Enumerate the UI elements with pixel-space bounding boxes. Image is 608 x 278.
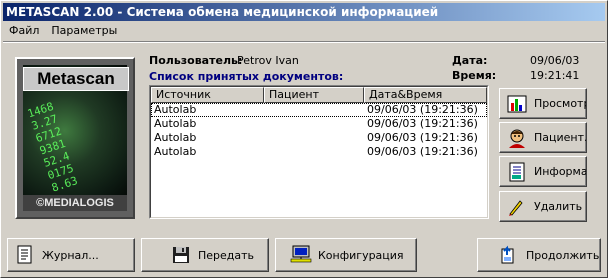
column-header-datetime[interactable]: Дата&Время — [364, 87, 487, 103]
send-button-label: Передать — [198, 248, 255, 262]
cell-datetime: 09/06/03 (19:21:36) — [367, 117, 478, 130]
cell-patient — [264, 131, 364, 145]
send-button[interactable]: Передать — [141, 238, 269, 272]
delete-button[interactable]: Удалить — [499, 191, 587, 222]
journal-icon — [14, 244, 36, 266]
patient-button-label: Пациент... — [534, 131, 586, 144]
cell-patient — [264, 145, 364, 159]
cell-patient — [264, 103, 364, 117]
metascan-logo: 1468 3.27 6712 9381 52.4 0175 8.63 Metas… — [15, 57, 135, 219]
title-bar[interactable]: METASCAN 2.00 - Система обмена медицинск… — [3, 3, 605, 21]
user-value: Petrov Ivan — [237, 54, 299, 67]
documents-list[interactable]: Источник Пациент Дата&Время Autolab 09/0… — [149, 85, 489, 219]
date-label: Дата: — [452, 54, 488, 67]
list-row[interactable]: Autolab 09/06/03 (19:21:36) — [151, 145, 487, 159]
view-button-label: Просмотр... — [534, 97, 586, 110]
cell-source: Autolab — [154, 117, 197, 130]
logo-digits: 1468 3.27 6712 9381 52.4 0175 8.63 — [25, 99, 80, 195]
logo-footer: ©MEDIALOGIS — [23, 195, 127, 211]
person-icon — [506, 127, 528, 149]
logo-title: Metascan — [23, 67, 129, 91]
cell-source: Autolab — [154, 103, 197, 116]
column-header-patient[interactable]: Пациент — [264, 87, 364, 103]
list-row[interactable]: Autolab 09/06/03 (19:21:36) — [151, 103, 487, 117]
information-button-label: Информация — [534, 165, 587, 178]
journal-button-label: Журнал... — [42, 248, 99, 262]
journal-button[interactable]: Журнал... — [7, 238, 135, 272]
eraser-pen-icon — [506, 196, 528, 218]
cell-source: Autolab — [154, 145, 197, 158]
time-value: 19:21:41 — [530, 69, 580, 82]
cell-datetime: 09/06/03 (19:21:36) — [367, 131, 478, 144]
cell-patient — [264, 117, 364, 131]
configuration-button[interactable]: Конфигурация — [275, 238, 417, 272]
cell-datetime: 09/06/03 (19:21:36) — [367, 145, 478, 158]
menu-parameters[interactable]: Параметры — [45, 22, 123, 40]
floppy-disk-icon — [170, 244, 192, 266]
menu-file[interactable]: Файл — [3, 22, 45, 40]
computer-network-icon — [290, 244, 312, 266]
menu-separator — [3, 41, 605, 43]
list-row[interactable]: Autolab 09/06/03 (19:21:36) — [151, 131, 487, 145]
view-button[interactable]: Просмотр... — [499, 88, 587, 119]
delete-button-label: Удалить — [534, 200, 583, 213]
list-row[interactable]: Autolab 09/06/03 (19:21:36) — [151, 117, 487, 131]
continue-button[interactable]: Продолжить — [477, 238, 601, 272]
menu-bar: Файл Параметры — [3, 22, 123, 40]
exit-arrow-icon — [498, 244, 520, 266]
window-title: METASCAN 2.00 - Система обмена медицинск… — [6, 5, 439, 19]
configuration-button-label: Конфигурация — [318, 248, 404, 262]
information-button[interactable]: Информация — [499, 156, 587, 187]
column-header-source[interactable]: Источник — [151, 87, 264, 103]
list-header: Источник Пациент Дата&Время — [151, 87, 487, 103]
cell-datetime: 09/06/03 (19:21:36) — [367, 103, 478, 116]
cell-source: Autolab — [154, 131, 197, 144]
date-value: 09/06/03 — [530, 54, 580, 67]
documents-list-title: Список принятых документов: — [149, 70, 344, 83]
main-window: METASCAN 2.00 - Система обмена медицинск… — [0, 0, 608, 278]
chart-icon — [506, 93, 528, 115]
patient-button[interactable]: Пациент... — [499, 122, 587, 153]
document-icon — [506, 161, 528, 183]
user-label: Пользователь: — [149, 54, 243, 67]
time-label: Время: — [452, 69, 497, 82]
continue-button-label: Продолжить — [526, 248, 600, 262]
